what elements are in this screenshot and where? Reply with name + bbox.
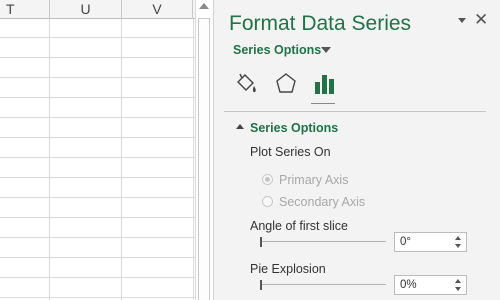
grid-line	[0, 197, 195, 198]
grid-line	[0, 177, 195, 178]
explosion-spinner[interactable]: 0%	[394, 275, 467, 295]
column-header-t[interactable]: T	[0, 0, 50, 19]
chevron-down-icon[interactable]	[321, 47, 331, 53]
grid-line	[0, 77, 195, 78]
grid-line	[0, 137, 195, 138]
cell-grid[interactable]	[0, 19, 195, 300]
series-options-section-header[interactable]: Series Options	[250, 121, 338, 135]
grid-line	[0, 237, 195, 238]
grid-line	[0, 217, 195, 218]
explosion-slider-track	[260, 284, 386, 285]
vertical-scrollbar[interactable]	[195, 0, 212, 300]
secondary-axis-label: Secondary Axis	[279, 195, 366, 209]
explosion-slider-thumb[interactable]	[260, 280, 262, 290]
scroll-up-arrow-icon[interactable]	[199, 3, 209, 9]
primary-axis-radio-button[interactable]	[262, 174, 273, 185]
column-headers: T U V	[0, 0, 195, 19]
grid-line	[0, 37, 195, 38]
grid-line	[0, 157, 195, 158]
spin-down-icon[interactable]	[455, 244, 461, 248]
active-tab-indicator	[311, 103, 335, 104]
angle-of-first-slice-label: Angle of first slice	[250, 219, 348, 233]
primary-axis-label: Primary Axis	[279, 173, 349, 187]
angle-value[interactable]: 0°	[400, 236, 411, 248]
plot-series-on-label: Plot Series On	[250, 145, 331, 159]
divider	[224, 111, 486, 112]
grid-line	[0, 297, 195, 298]
grid-line	[0, 57, 195, 58]
pie-explosion-label: Pie Explosion	[250, 262, 326, 276]
column-header-u[interactable]: U	[50, 0, 122, 19]
fill-line-icon[interactable]	[233, 71, 259, 97]
column-header-v[interactable]: V	[122, 0, 193, 19]
grid-line	[0, 97, 195, 98]
explosion-value[interactable]: 0%	[400, 279, 417, 291]
collapse-triangle-icon[interactable]	[236, 124, 244, 129]
series-options-icon[interactable]	[312, 71, 338, 97]
pane-options-chevron-down-icon[interactable]	[458, 18, 466, 23]
angle-spinner[interactable]: 0°	[394, 232, 467, 252]
angle-slider[interactable]	[260, 237, 386, 247]
format-data-series-pane: Format Data Series ✕ Series Options Seri…	[213, 0, 500, 300]
effects-icon[interactable]	[273, 71, 299, 97]
worksheet-grid[interactable]: T U V	[0, 0, 195, 300]
secondary-axis-radio-button[interactable]	[262, 196, 273, 207]
grid-line	[0, 117, 195, 118]
angle-slider-thumb[interactable]	[260, 237, 262, 247]
spin-down-icon[interactable]	[455, 287, 461, 291]
scrollbar-thumb[interactable]	[198, 18, 210, 300]
spin-up-icon[interactable]	[455, 279, 461, 283]
angle-slider-track	[260, 241, 386, 242]
series-options-dropdown[interactable]: Series Options	[233, 43, 321, 57]
close-icon[interactable]: ✕	[474, 10, 488, 30]
explosion-slider[interactable]	[260, 280, 386, 290]
grid-line	[0, 277, 195, 278]
pane-title: Format Data Series	[229, 12, 412, 35]
grid-line	[0, 257, 195, 258]
spin-up-icon[interactable]	[455, 236, 461, 240]
